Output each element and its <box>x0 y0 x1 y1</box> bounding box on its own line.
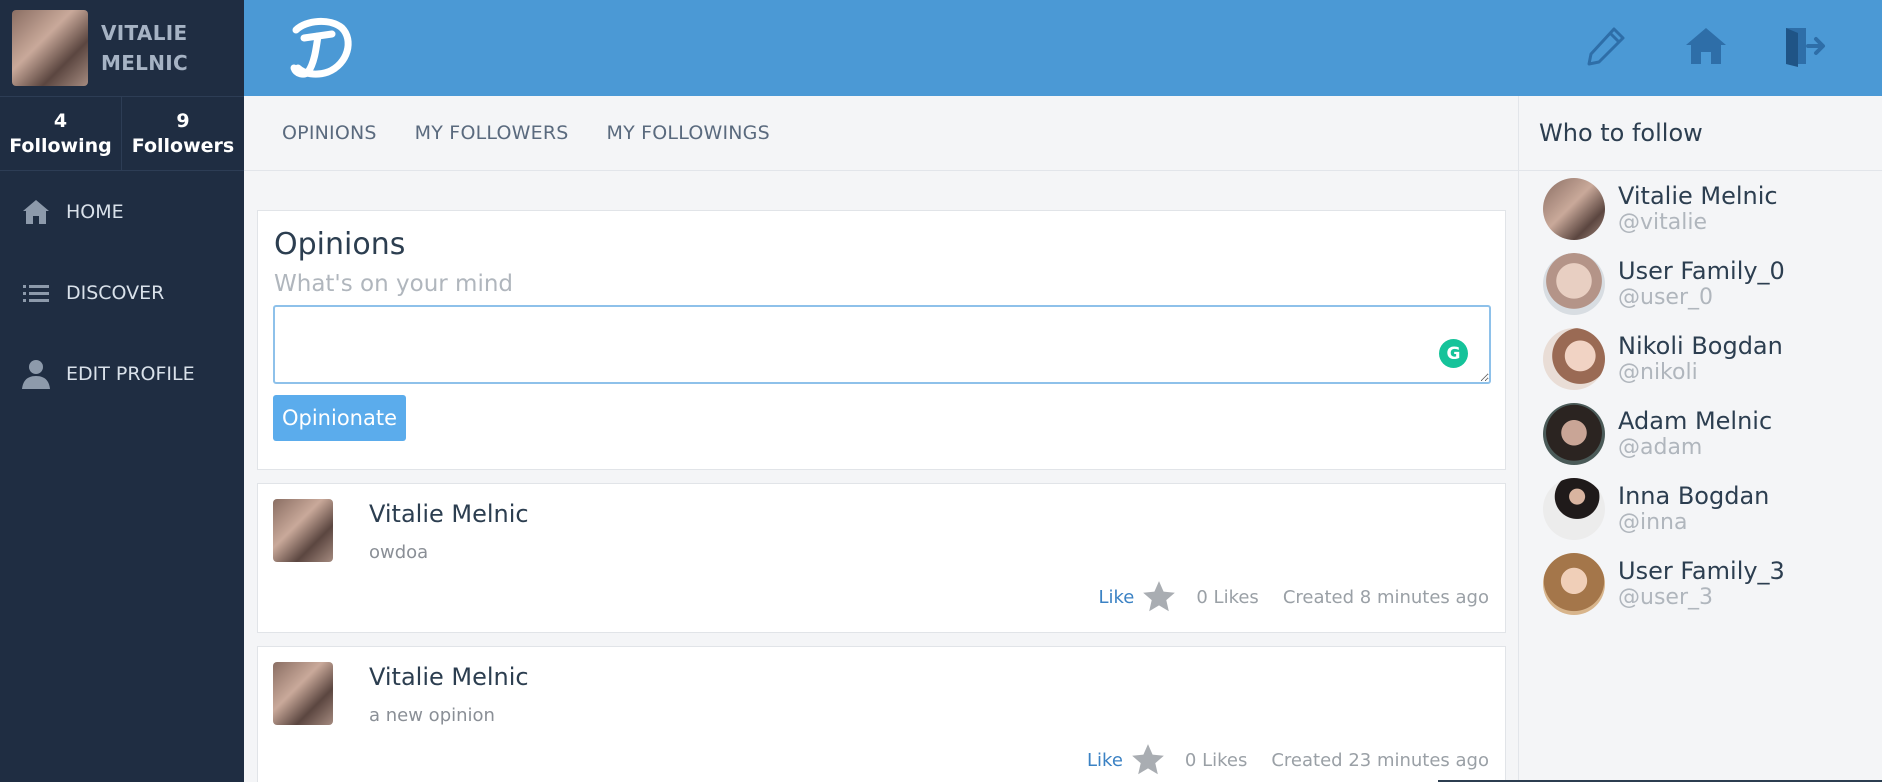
user-icon <box>20 358 52 390</box>
sidebar-item-label: HOME <box>66 200 124 223</box>
suggestion-name[interactable]: Inna Bogdan <box>1618 482 1769 510</box>
profile-stats: 4 Following 9 Followers <box>0 97 244 171</box>
profile-name-first: VITALIE <box>101 21 188 45</box>
who-to-follow-panel: Who to follow Vitalie Melnic @vitalie Us… <box>1518 96 1882 782</box>
top-bar <box>244 0 1882 96</box>
profile-header[interactable]: VITALIE MELNIC <box>0 0 244 97</box>
like-link[interactable]: Like <box>1087 750 1123 771</box>
suggestion-name[interactable]: Vitalie Melnic <box>1618 182 1778 210</box>
following-count: 4 <box>53 109 68 132</box>
opinionate-button[interactable]: Opinionate <box>273 395 406 441</box>
sidebar-item-label: EDIT PROFILE <box>66 362 195 385</box>
followers-stat[interactable]: 9 Followers <box>122 97 244 170</box>
avatar[interactable] <box>1543 177 1605 240</box>
tabs-bar: OPINIONS MY FOLLOWERS MY FOLLOWINGS <box>244 96 1518 171</box>
following-label: Following <box>9 134 112 157</box>
like-link[interactable]: Like <box>1098 587 1134 608</box>
profile-name: VITALIE MELNIC <box>101 18 188 78</box>
avatar[interactable] <box>1543 552 1605 615</box>
home-icon[interactable] <box>1684 24 1728 68</box>
follow-suggestion[interactable]: Nikoli Bogdan @nikoli <box>1519 321 1882 396</box>
sidebar-item-home[interactable]: HOME <box>0 171 244 252</box>
suggestion-name[interactable]: Adam Melnic <box>1618 407 1772 435</box>
post-author[interactable]: Vitalie Melnic <box>369 663 529 691</box>
pencil-icon[interactable] <box>1584 24 1628 68</box>
avatar[interactable] <box>1543 402 1605 465</box>
tab-my-followings[interactable]: MY FOLLOWINGS <box>607 122 770 144</box>
avatar[interactable] <box>1543 327 1605 390</box>
suggestion-handle: @vitalie <box>1618 209 1707 235</box>
post-timestamp: Created 23 minutes ago <box>1271 749 1489 771</box>
logo-icon[interactable] <box>282 14 354 80</box>
suggestion-handle: @user_3 <box>1618 584 1713 610</box>
avatar[interactable] <box>1543 252 1605 315</box>
suggestion-handle: @nikoli <box>1618 359 1698 385</box>
sidebar: VITALIE MELNIC 4 Following 9 Followers H… <box>0 0 244 782</box>
likes-count: 0 Likes <box>1196 586 1259 608</box>
avatar[interactable] <box>273 499 333 562</box>
follow-suggestion[interactable]: Vitalie Melnic @vitalie <box>1519 171 1882 246</box>
sidebar-item-label: DISCOVER <box>66 281 165 304</box>
page-title: Opinions <box>274 227 406 262</box>
logout-icon[interactable] <box>1782 24 1826 68</box>
suggestion-name[interactable]: User Family_3 <box>1618 557 1785 585</box>
suggestion-handle: @inna <box>1618 509 1688 535</box>
suggestion-handle: @user_0 <box>1618 284 1713 310</box>
follow-suggestion[interactable]: Adam Melnic @adam <box>1519 396 1882 471</box>
avatar[interactable] <box>273 662 333 725</box>
post-footer: Like 0 Likes Created 8 minutes ago <box>1098 578 1489 616</box>
composer-card: Opinions What's on your mind G Opinionat… <box>257 210 1506 470</box>
follow-suggestion[interactable]: Inna Bogdan @inna <box>1519 471 1882 546</box>
composer-hint: What's on your mind <box>274 271 514 297</box>
post-footer: Like 0 Likes Created 23 minutes ago <box>1087 741 1489 779</box>
follow-suggestion[interactable]: User Family_3 @user_3 <box>1519 546 1882 621</box>
tab-my-followers[interactable]: MY FOLLOWERS <box>415 122 569 144</box>
opinion-input[interactable] <box>273 305 1491 384</box>
sidebar-item-edit-profile[interactable]: EDIT PROFILE <box>0 333 244 414</box>
avatar[interactable] <box>1543 477 1605 540</box>
home-icon <box>20 196 52 228</box>
who-to-follow-title: Who to follow <box>1519 96 1882 171</box>
followers-count: 9 <box>176 109 190 132</box>
post-card: Vitalie Melnic owdoa Like 0 Likes Create… <box>257 483 1506 633</box>
suggestion-name[interactable]: User Family_0 <box>1618 257 1785 285</box>
post-text: a new opinion <box>369 705 495 726</box>
suggestion-handle: @adam <box>1618 434 1703 460</box>
suggestion-name[interactable]: Nikoli Bogdan <box>1618 332 1783 360</box>
post-author[interactable]: Vitalie Melnic <box>369 500 529 528</box>
tab-opinions[interactable]: OPINIONS <box>282 122 377 144</box>
likes-count: 0 Likes <box>1184 749 1248 771</box>
grammarly-icon[interactable]: G <box>1439 339 1468 368</box>
post-text: owdoa <box>369 542 429 563</box>
star-icon[interactable] <box>1129 741 1167 779</box>
sidebar-item-discover[interactable]: DISCOVER <box>0 252 244 333</box>
star-icon[interactable] <box>1140 578 1178 616</box>
following-stat[interactable]: 4 Following <box>0 97 122 170</box>
avatar[interactable] <box>12 10 88 86</box>
post-card: Vitalie Melnic a new opinion Like 0 Like… <box>257 646 1506 782</box>
profile-name-last: MELNIC <box>101 51 188 75</box>
followers-label: Followers <box>131 134 235 157</box>
list-icon <box>20 277 52 309</box>
post-timestamp: Created 8 minutes ago <box>1282 586 1489 608</box>
follow-suggestion[interactable]: User Family_0 @user_0 <box>1519 246 1882 321</box>
